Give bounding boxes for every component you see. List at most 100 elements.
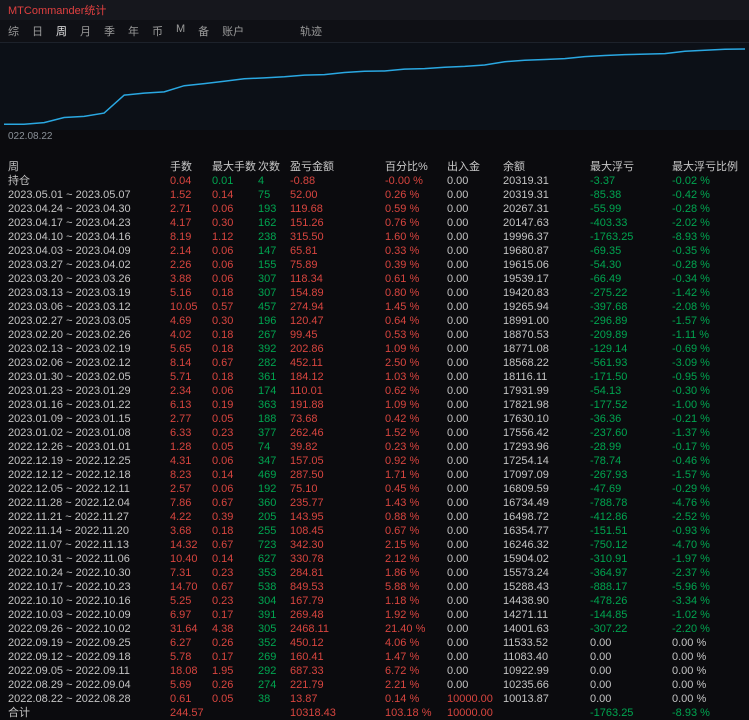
table-row[interactable]: 2023.02.20 ~ 2023.02.26 4.02 0.18 267 99.45 0… — [0, 328, 749, 342]
menubar: 综日周月季年币 M 备账户 轨迹 — [0, 20, 749, 42]
table-row[interactable]: 2023.04.03 ~ 2023.04.09 2.14 0.06 147 65.81 0… — [0, 244, 749, 258]
table-row[interactable]: 2022.09.12 ~ 2022.09.18 5.78 0.17 269 160.41… — [0, 650, 749, 664]
table-row[interactable]: 2022.11.07 ~ 2022.11.13 14.32 0.67 723 342.3… — [0, 538, 749, 552]
cell-balance: 19539.17 — [503, 273, 549, 285]
menu-item-trace[interactable]: 轨迹 — [300, 23, 322, 39]
cell-period: 2023.03.06 ~ 2023.03.12 — [8, 301, 131, 313]
cell-balance: 15573.24 — [503, 567, 549, 579]
cell-in-out: 0.00 — [447, 231, 469, 243]
table-row[interactable]: 2023.03.20 ~ 2023.03.26 3.88 0.06 307 118.34… — [0, 272, 749, 286]
cell-lots: 14.32 — [170, 539, 198, 551]
menu-item-2[interactable]: 周 — [56, 23, 67, 39]
cell-period: 2022.11.28 ~ 2022.12.04 — [8, 497, 130, 509]
titlebar[interactable]: MTCommander统计 — [0, 0, 749, 20]
table-row[interactable]: 2023.01.30 ~ 2023.02.05 5.71 0.18 361 184.12… — [0, 370, 749, 384]
cell-max-float-loss: -888.17 — [590, 581, 628, 593]
table-row[interactable]: 2023.05.01 ~ 2023.05.07 1.52 0.14 75 52.00 0.… — [0, 188, 749, 202]
menu-item-3[interactable]: 月 — [80, 23, 91, 39]
table-row[interactable]: 2022.12.12 ~ 2022.12.18 8.23 0.14 469 287.50… — [0, 468, 749, 482]
menu-item-0[interactable]: 综 — [8, 23, 19, 39]
cell-in-out: 0.00 — [447, 427, 469, 439]
table-row[interactable]: 2022.11.28 ~ 2022.12.04 7.86 0.67 360 235.77… — [0, 496, 749, 510]
menu-item-5[interactable]: 年 — [128, 23, 139, 39]
cell-max-lots: 0.26 — [212, 679, 234, 691]
table-row[interactable]: 2022.10.24 ~ 2022.10.30 7.31 0.23 353 284.81… — [0, 566, 749, 580]
table-row[interactable]: 2023.02.06 ~ 2023.02.12 8.14 0.67 282 452.11… — [0, 356, 749, 370]
cell-in-out: 0.00 — [447, 175, 469, 187]
cell-max-lots: 0.06 — [212, 385, 234, 397]
cell-in-out: 0.00 — [447, 651, 469, 663]
cell-pct: 1.03 % — [385, 371, 420, 383]
cell-count: 147 — [258, 245, 277, 257]
table-row[interactable]: 2022.10.03 ~ 2022.10.09 6.97 0.17 391 269.48… — [0, 608, 749, 622]
table-row[interactable]: 2023.02.27 ~ 2023.03.05 4.69 0.30 196 120.47… — [0, 314, 749, 328]
table-row[interactable]: 2022.12.05 ~ 2022.12.11 2.57 0.06 192 75.10 0… — [0, 482, 749, 496]
table-row[interactable]: 2023.01.02 ~ 2023.01.08 6.33 0.23 377 262.46… — [0, 426, 749, 440]
table-row[interactable]: 2022.09.19 ~ 2022.09.25 6.27 0.26 352 450.12… — [0, 636, 749, 650]
cell-period: 2022.08.29 ~ 2022.09.04 — [8, 679, 131, 691]
table-row[interactable]: 2022.08.29 ~ 2022.09.04 5.69 0.26 274 221.79… — [0, 678, 749, 692]
table-row[interactable]: 2023.03.13 ~ 2023.03.19 5.16 0.18 307 154.89… — [0, 286, 749, 300]
cell-max-float-loss-pct: 0.00 % — [672, 693, 707, 705]
menu-item-1[interactable]: 日 — [32, 23, 43, 39]
cell-in-out: 0.00 — [447, 553, 469, 565]
cell-balance: 14271.11 — [503, 609, 549, 621]
table-row[interactable]: 2023.03.06 ~ 2023.03.12 10.05 0.57 457 274.9… — [0, 300, 749, 314]
table-row[interactable]: 2022.11.21 ~ 2022.11.27 4.22 0.39 205 143.95… — [0, 510, 749, 524]
table-row[interactable]: 2023.04.10 ~ 2023.04.16 8.19 1.12 238 315.50… — [0, 230, 749, 244]
column-header-in-out: 出入金 — [447, 161, 480, 173]
cell-max-float-loss: -788.78 — [590, 497, 628, 509]
table-row[interactable]: 2022.11.14 ~ 2022.11.20 3.68 0.18 255 108.45… — [0, 524, 749, 538]
cell-pnl: 191.88 — [290, 399, 324, 411]
table-row-total[interactable]: 合计 244.57 10318.43 103.18 % 10000.00 -1763.25… — [0, 706, 749, 720]
table-row[interactable]: 2022.10.31 ~ 2022.11.06 10.40 0.14 627 330.7… — [0, 552, 749, 566]
table-row[interactable]: 2023.04.24 ~ 2023.04.30 2.71 0.06 193 119.68… — [0, 202, 749, 216]
cell-balance: 15904.02 — [503, 553, 549, 565]
table-row[interactable]: 2023.01.23 ~ 2023.01.29 2.34 0.06 174 110.01… — [0, 384, 749, 398]
table-row[interactable]: 2023.04.17 ~ 2023.04.23 4.17 0.30 162 151.26… — [0, 216, 749, 230]
cell-in-out: 0.00 — [447, 315, 469, 327]
table-row[interactable]: 2022.12.19 ~ 2022.12.25 4.31 0.06 347 157.05… — [0, 454, 749, 468]
table-row[interactable]: 2022.10.17 ~ 2022.10.23 14.70 0.67 538 849.5… — [0, 580, 749, 594]
cell-max-lots: 0.14 — [212, 469, 234, 481]
cell-pnl: 849.53 — [290, 581, 324, 593]
cell-max-lots: 0.06 — [212, 259, 234, 271]
cell-count: 469 — [258, 469, 277, 481]
cell-count: 377 — [258, 427, 277, 439]
menu-item-7[interactable]: M — [176, 23, 185, 39]
table-row[interactable]: 2023.02.13 ~ 2023.02.19 5.65 0.18 392 202.86… — [0, 342, 749, 356]
cell-pnl: 39.82 — [290, 441, 318, 453]
table-row[interactable]: 2023.01.09 ~ 2023.01.15 2.77 0.05 188 73.68 0… — [0, 412, 749, 426]
menu-item-9[interactable]: 账户 — [222, 23, 244, 39]
cell-balance: 18116.11 — [503, 371, 548, 383]
cell-period: 2023.01.16 ~ 2023.01.22 — [8, 399, 131, 411]
cell-max-float-loss: -209.89 — [590, 329, 628, 341]
cell-lots: 2.14 — [170, 245, 192, 257]
cell-period: 2022.09.19 ~ 2022.09.25 — [8, 637, 131, 649]
table-row[interactable]: 2022.10.10 ~ 2022.10.16 5.25 0.23 304 167.79… — [0, 594, 749, 608]
table-row[interactable]: 2023.03.27 ~ 2023.04.02 2.26 0.06 155 75.89 0… — [0, 258, 749, 272]
cell-lots: 2.26 — [170, 259, 192, 271]
cell-max-float-loss-pct: -0.46 % — [672, 455, 710, 467]
cell-max-lots: 1.95 — [212, 665, 234, 677]
cell-period: 2022.11.21 ~ 2022.11.27 — [8, 511, 130, 523]
cell-lots: 6.33 — [170, 427, 192, 439]
menu-item-8[interactable]: 备 — [198, 23, 209, 39]
cell-period: 2023.02.06 ~ 2023.02.12 — [8, 357, 131, 369]
cell-balance: 20147.63 — [503, 217, 549, 229]
menu-item-4[interactable]: 季 — [104, 23, 115, 39]
table-row[interactable]: 2022.09.26 ~ 2022.10.02 31.64 4.38 305 2468.… — [0, 622, 749, 636]
cell-period: 2023.04.17 ~ 2023.04.23 — [8, 217, 131, 229]
cell-period: 2022.12.05 ~ 2022.12.11 — [8, 483, 130, 495]
cell-count: 192 — [258, 483, 277, 495]
menu-item-6[interactable]: 币 — [152, 23, 163, 39]
cell-max-float-loss: -55.99 — [590, 203, 622, 215]
table-row[interactable]: 2022.08.22 ~ 2022.08.28 0.61 0.05 38 13.87 0.… — [0, 692, 749, 706]
table-row[interactable]: 2022.09.05 ~ 2022.09.11 18.08 1.95 292 687.3… — [0, 664, 749, 678]
cell-balance: 16498.72 — [503, 511, 549, 523]
table-row[interactable]: 2023.01.16 ~ 2023.01.22 6.13 0.19 363 191.88… — [0, 398, 749, 412]
equity-chart[interactable] — [0, 42, 749, 130]
cell-period: 2023.04.10 ~ 2023.04.16 — [8, 231, 131, 243]
table-row-position[interactable]: 持仓 0.04 0.01 4 -0.88 -0.00 % 0.00 20319.31 -3.37… — [0, 174, 749, 188]
table-row[interactable]: 2022.12.26 ~ 2023.01.01 1.28 0.05 74 39.82 0.… — [0, 440, 749, 454]
